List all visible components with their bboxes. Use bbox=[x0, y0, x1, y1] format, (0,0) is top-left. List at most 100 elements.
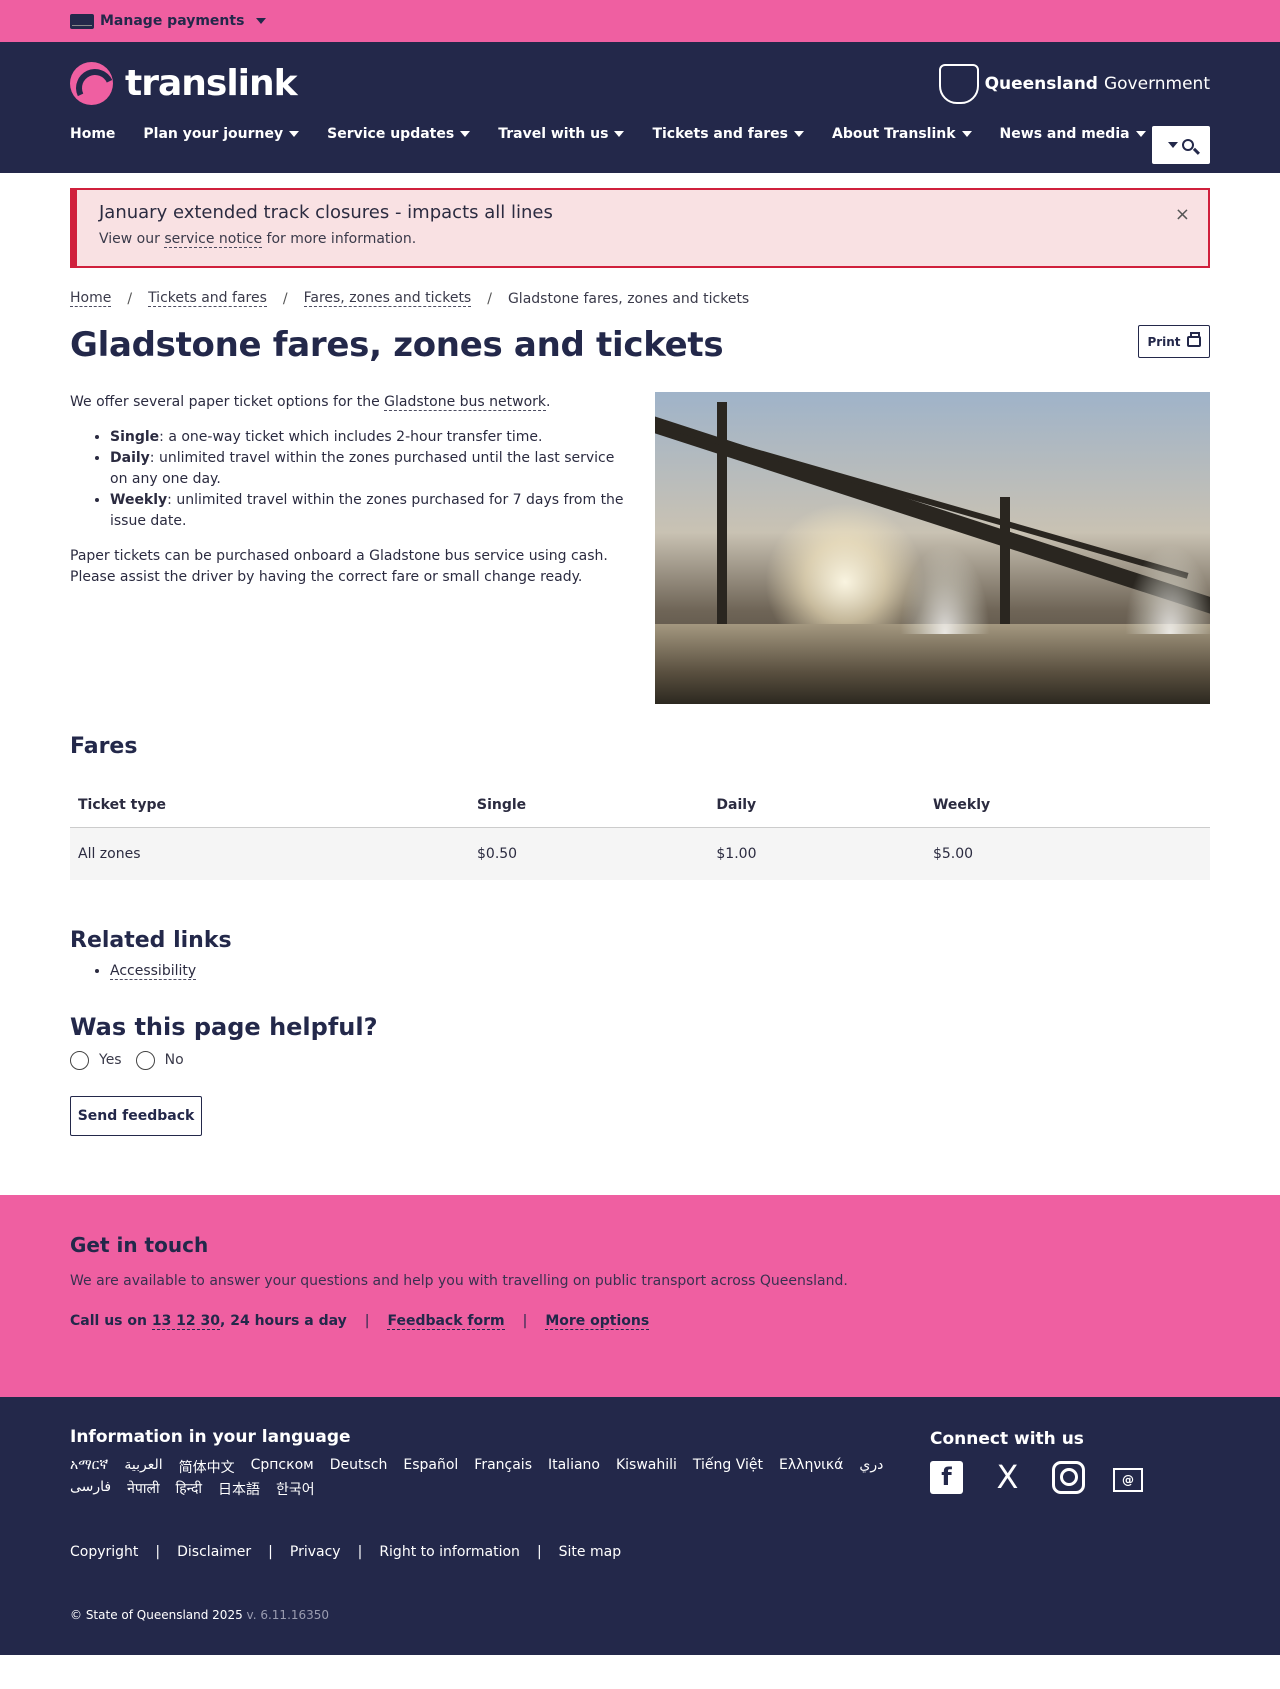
language-link[interactable]: नेपाली bbox=[127, 1479, 159, 1499]
breadcrumb: Home / Tickets and fares / Fares, zones … bbox=[70, 290, 1210, 307]
feedback-form-link[interactable]: Feedback form bbox=[387, 1313, 505, 1330]
chevron-down-icon bbox=[961, 131, 972, 137]
fares-table: Ticket type Single Daily Weekly All zone… bbox=[70, 783, 1210, 880]
accessibility-link[interactable]: Accessibility bbox=[110, 962, 197, 980]
breadcrumb-tickets-and-fares[interactable]: Tickets and fares bbox=[148, 290, 267, 307]
column-header: Weekly bbox=[924, 783, 1210, 828]
yes-label: Yes bbox=[99, 1052, 122, 1068]
touch-links: Call us on 13 12 30, 24 hours a day | Fe… bbox=[70, 1313, 1210, 1330]
language-link[interactable]: 日本語 bbox=[218, 1479, 260, 1499]
separator: | bbox=[536, 1543, 542, 1560]
legal-links: Copyright | Disclaimer | Privacy | Right… bbox=[70, 1544, 1210, 1560]
separator: | bbox=[155, 1543, 161, 1560]
page-title: Gladstone fares, zones and tickets bbox=[70, 325, 724, 365]
language-link[interactable]: Ελληνικά bbox=[779, 1457, 843, 1477]
service-alert: January extended track closures - impact… bbox=[70, 188, 1210, 268]
nav-tickets-and-fares[interactable]: Tickets and fares bbox=[652, 126, 804, 142]
separator: | bbox=[522, 1313, 528, 1329]
disclaimer-link[interactable]: Disclaimer bbox=[177, 1544, 251, 1560]
breadcrumb-current: Gladstone fares, zones and tickets bbox=[507, 290, 750, 307]
call-prefix: Call us on bbox=[70, 1313, 147, 1329]
close-icon[interactable]: × bbox=[1175, 204, 1190, 225]
language-link[interactable]: 简体中文 bbox=[179, 1457, 235, 1477]
nav-tickets-label: Tickets and fares bbox=[652, 126, 788, 142]
language-link[interactable]: Deutsch bbox=[330, 1457, 388, 1477]
language-link[interactable]: العربية bbox=[124, 1457, 162, 1477]
column-header: Single bbox=[469, 783, 709, 828]
alert-text-before: View our bbox=[99, 231, 160, 247]
nav-about-translink[interactable]: About Translink bbox=[832, 126, 972, 142]
translink-logo[interactable]: translink bbox=[70, 62, 298, 105]
facebook-icon[interactable]: f bbox=[930, 1460, 963, 1494]
nav-travel-with-us[interactable]: Travel with us bbox=[498, 126, 625, 142]
intro-before: We offer several paper ticket options fo… bbox=[70, 394, 380, 410]
main-nav: Home Plan your journey Service updates T… bbox=[70, 126, 1174, 142]
nav-home-label: Home bbox=[70, 126, 116, 142]
queensland-government-logo[interactable]: Queensland Government bbox=[938, 64, 1210, 104]
language-link[interactable]: Español bbox=[403, 1457, 458, 1477]
copyright-link[interactable]: Copyright bbox=[70, 1544, 138, 1560]
nav-service-updates[interactable]: Service updates bbox=[327, 126, 471, 142]
x-twitter-icon[interactable]: X bbox=[991, 1458, 1024, 1496]
site-header: translink Queensland Government Home Pla… bbox=[0, 42, 1280, 173]
breadcrumb-separator: / bbox=[487, 290, 492, 307]
chevron-down-icon bbox=[614, 131, 625, 137]
language-link[interactable]: فارسی bbox=[70, 1479, 111, 1499]
service-notice-link[interactable]: service notice bbox=[164, 231, 263, 248]
get-in-touch-section: Get in touch We are available to answer … bbox=[0, 1194, 1280, 1397]
language-link[interactable]: Српском bbox=[251, 1457, 314, 1477]
yes-radio[interactable] bbox=[70, 1050, 89, 1070]
print-button[interactable]: Print bbox=[1138, 325, 1210, 358]
search-button[interactable] bbox=[1152, 126, 1210, 164]
language-link[interactable]: 한국어 bbox=[276, 1479, 315, 1499]
chevron-down-icon bbox=[460, 131, 471, 137]
language-link[interactable]: Tiếng Việt bbox=[693, 1457, 763, 1477]
helpful-heading: Was this page helpful? bbox=[70, 1012, 378, 1041]
language-link[interactable]: Français bbox=[474, 1457, 532, 1477]
connect-section: Connect with us f X @ bbox=[930, 1428, 1150, 1496]
instagram-icon[interactable] bbox=[1052, 1460, 1085, 1494]
chevron-down-icon bbox=[256, 18, 267, 24]
send-feedback-button[interactable]: Send feedback bbox=[70, 1095, 202, 1136]
search-icon bbox=[1182, 139, 1194, 151]
site-map-link[interactable]: Site map bbox=[559, 1544, 621, 1560]
copyright-owner: © State of Queensland 2025 bbox=[70, 1607, 243, 1622]
printer-icon bbox=[1186, 332, 1201, 347]
social-links: f X @ bbox=[930, 1458, 1150, 1496]
table-header-row: Ticket type Single Daily Weekly bbox=[70, 783, 1210, 828]
right-to-information-link[interactable]: Right to information bbox=[379, 1544, 520, 1560]
top-bar: Manage payments bbox=[0, 0, 1280, 42]
breadcrumb-home[interactable]: Home bbox=[70, 290, 112, 307]
nav-home[interactable]: Home bbox=[70, 126, 115, 142]
no-radio[interactable] bbox=[135, 1050, 155, 1070]
language-link[interactable]: Italiano bbox=[548, 1457, 600, 1477]
ticket-desc: : unlimited travel within the zones purc… bbox=[110, 492, 624, 529]
nav-travel-label: Travel with us bbox=[498, 126, 609, 142]
manage-payments-label: Manage payments bbox=[100, 13, 245, 29]
more-options-link[interactable]: More options bbox=[545, 1313, 650, 1330]
ticket-desc: : unlimited travel within the zones purc… bbox=[110, 450, 615, 487]
copyright-text: © State of Queensland 2025 v. 6.11.16350 bbox=[70, 1608, 1210, 1622]
ticket-name: Daily bbox=[110, 450, 150, 466]
language-link[interactable]: አማርኛ bbox=[70, 1457, 108, 1477]
separator: | bbox=[357, 1543, 363, 1560]
related-list: Accessibility bbox=[110, 962, 1210, 980]
intro-after: . bbox=[546, 394, 551, 410]
manage-payments-menu[interactable]: Manage payments bbox=[70, 13, 267, 29]
ticket-desc: : a one-way ticket which includes 2-hour… bbox=[159, 429, 543, 445]
breadcrumb-fares-zones-tickets[interactable]: Fares, zones and tickets bbox=[303, 290, 472, 307]
chevron-down-icon bbox=[794, 131, 804, 137]
ticket-list: Single: a one-way ticket which includes … bbox=[110, 427, 625, 532]
privacy-link[interactable]: Privacy bbox=[290, 1544, 341, 1560]
connect-heading: Connect with us bbox=[930, 1428, 1084, 1449]
nav-news-and-media[interactable]: News and media bbox=[1000, 126, 1146, 142]
gladstone-network-link[interactable]: Gladstone bus network bbox=[384, 394, 547, 411]
nav-plan-your-journey[interactable]: Plan your journey bbox=[143, 126, 300, 142]
language-link[interactable]: دري bbox=[859, 1457, 883, 1477]
language-link[interactable]: Kiswahili bbox=[616, 1457, 677, 1477]
email-icon[interactable]: @ bbox=[1113, 1468, 1143, 1492]
language-link[interactable]: हिन्दी bbox=[176, 1479, 202, 1499]
gov-name-bold: Queensland bbox=[984, 74, 1098, 94]
phone-link[interactable]: 13 12 30 bbox=[151, 1313, 221, 1330]
call-suffix: , 24 hours a day bbox=[220, 1313, 347, 1329]
